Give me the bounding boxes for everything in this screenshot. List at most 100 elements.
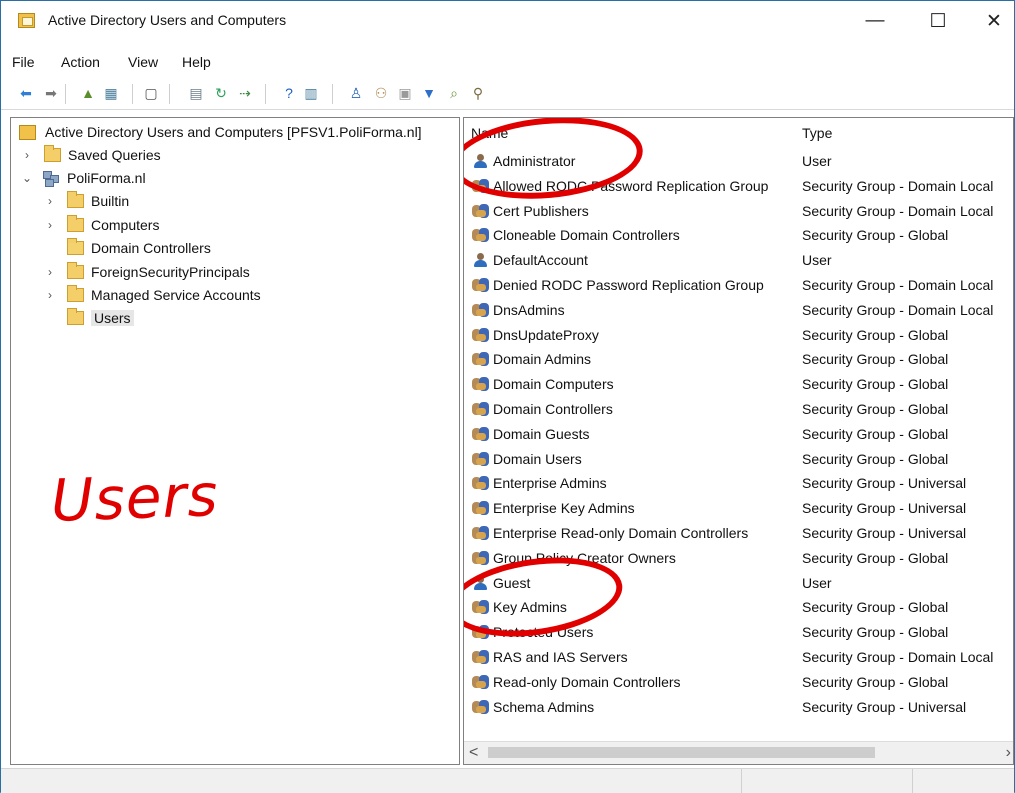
table-row[interactable]: Domain Computers Security Group - Global	[464, 372, 1013, 396]
tree-item-computers[interactable]: › Computers	[43, 214, 159, 236]
filter-icon[interactable]: ▼	[419, 82, 439, 104]
view-icon[interactable]: ▥	[301, 82, 321, 104]
properties-icon[interactable]: ▢	[141, 82, 161, 104]
table-row[interactable]: Cert Publishers Security Group - Domain …	[464, 199, 1013, 223]
row-name-cell: Read-only Domain Controllers	[472, 674, 681, 690]
table-row[interactable]: Cloneable Domain Controllers Security Gr…	[464, 223, 1013, 247]
ou-folder-icon	[67, 238, 84, 255]
row-name-cell: Schema Admins	[472, 699, 594, 715]
table-row[interactable]: Protected Users Security Group - Global	[464, 620, 1013, 644]
table-row[interactable]: Domain Users Security Group - Global	[464, 447, 1013, 471]
menu-action[interactable]: Action	[61, 54, 100, 70]
tree-item-domain-controllers[interactable]: Domain Controllers	[43, 237, 211, 259]
table-row[interactable]: Denied RODC Password Replication Group S…	[464, 273, 1013, 297]
column-type[interactable]: Type	[802, 125, 832, 141]
group-icon	[472, 525, 490, 541]
chevron-right-icon[interactable]: ›	[43, 288, 57, 302]
row-type: Security Group - Domain Local	[802, 649, 994, 665]
tree-item-managed-service-accounts[interactable]: › Managed Service Accounts	[43, 284, 261, 306]
scroll-right-button[interactable]: ›	[1006, 744, 1011, 762]
export-icon[interactable]: ⇢	[235, 82, 255, 104]
group-icon	[472, 203, 490, 219]
row-type: Security Group - Universal	[802, 698, 967, 715]
horizontal-scrollbar[interactable]: < ›	[464, 741, 1013, 764]
table-row[interactable]: Schema Admins Security Group - Universal	[464, 695, 1013, 719]
tree-item-domain[interactable]: ⌄ PoliForma.nl	[20, 167, 146, 189]
new-ou-icon[interactable]: ▣	[395, 82, 415, 104]
group-icon	[472, 699, 490, 715]
row-name-cell: Protected Users	[472, 624, 593, 640]
close-button[interactable]: ✕	[965, 1, 1015, 41]
table-row[interactable]: RAS and IAS Servers Security Group - Dom…	[464, 645, 1013, 669]
toolbar: ⬅ ➡ ▲ ▦ ▢ ▤ ↻ ⇢ ? ▥ ♙ ⚇ ▣ ▼ ⌕ ⚲	[1, 79, 1014, 110]
new-group-icon[interactable]: ⚇	[371, 82, 391, 104]
refresh-icon[interactable]: ↻	[211, 82, 231, 104]
row-type: Security Group - Domain Local	[802, 301, 994, 318]
scroll-thumb[interactable]	[488, 747, 875, 758]
status-divider	[912, 769, 913, 793]
table-row[interactable]: Group Policy Creator Owners Security Gro…	[464, 546, 1013, 570]
row-type: User	[802, 153, 832, 169]
maximize-button[interactable]: ☐	[909, 1, 967, 41]
row-name: DefaultAccount	[493, 252, 588, 269]
scroll-left-button[interactable]: <	[469, 744, 478, 762]
forward-icon[interactable]: ➡	[41, 82, 61, 104]
table-row[interactable]: Key Admins Security Group - Global	[464, 595, 1013, 619]
menu-view[interactable]: View	[128, 54, 158, 70]
chevron-right-icon[interactable]: ›	[43, 194, 57, 208]
table-row[interactable]: Domain Controllers Security Group - Glob…	[464, 397, 1013, 421]
row-name-cell: Enterprise Key Admins	[472, 500, 635, 516]
table-row[interactable]: DnsAdmins Security Group - Domain Local	[464, 298, 1013, 322]
tree-item-users[interactable]: Users	[43, 307, 134, 329]
table-row[interactable]: Domain Guests Security Group - Global	[464, 422, 1013, 446]
table-row[interactable]: Domain Admins Security Group - Global	[464, 347, 1013, 371]
row-name: Schema Admins	[493, 698, 595, 715]
tree-root[interactable]: Active Directory Users and Computers [PF…	[19, 121, 422, 143]
menu-bar: File Action View Help	[1, 49, 1014, 73]
row-name-cell: Enterprise Admins	[472, 475, 607, 491]
up-folder-icon[interactable]: ▲	[78, 82, 98, 104]
table-row[interactable]: Enterprise Read-only Domain Controllers …	[464, 521, 1013, 545]
chevron-down-icon[interactable]: ⌄	[20, 171, 34, 185]
menu-file[interactable]: File	[12, 54, 35, 70]
row-type: Security Group - Universal	[802, 525, 967, 541]
chevron-right-icon[interactable]: ›	[20, 148, 34, 162]
table-row[interactable]: Guest User	[464, 571, 1013, 595]
table-row[interactable]: Enterprise Admins Security Group - Unive…	[464, 471, 1013, 495]
help-icon[interactable]: ?	[279, 82, 299, 104]
find-icon[interactable]: ⌕	[444, 82, 464, 104]
handwritten-annotation: Users	[49, 461, 220, 535]
table-row[interactable]: Administrator User	[464, 149, 1013, 173]
chevron-right-icon[interactable]: ›	[43, 218, 57, 232]
row-name: Key Admins	[493, 599, 567, 616]
menu-help[interactable]: Help	[182, 54, 211, 70]
row-type: Security Group - Domain Local	[802, 177, 994, 194]
table-row[interactable]: Allowed RODC Password Replication Group …	[464, 174, 1013, 198]
tree-item-saved-queries[interactable]: › Saved Queries	[20, 144, 161, 166]
row-name: Denied RODC Password Replication Group	[493, 277, 764, 293]
title-bar: Active Directory Users and Computers — ☐…	[1, 1, 1014, 41]
row-type: Security Group - Global	[802, 401, 949, 417]
table-row[interactable]: DnsUpdateProxy Security Group - Global	[464, 323, 1013, 347]
column-name[interactable]: Name	[471, 125, 508, 141]
console-tree-icon[interactable]: ▦	[101, 82, 121, 104]
minimize-button[interactable]: —	[846, 1, 904, 41]
new-user-icon[interactable]: ♙	[346, 82, 366, 104]
table-row[interactable]: DefaultAccount User	[464, 248, 1013, 272]
row-name-cell: Cloneable Domain Controllers	[472, 227, 680, 243]
row-name-cell: Domain Guests	[472, 426, 589, 442]
delegate-icon[interactable]: ⚲	[468, 82, 488, 104]
folder-icon	[67, 308, 84, 325]
tree-item-builtin[interactable]: › Builtin	[43, 190, 129, 212]
group-icon	[472, 550, 490, 566]
back-icon[interactable]: ⬅	[16, 82, 36, 104]
table-row[interactable]: Enterprise Key Admins Security Group - U…	[464, 496, 1013, 520]
user-icon	[472, 575, 490, 591]
export-list-icon[interactable]: ▤	[186, 82, 206, 104]
table-row[interactable]: Read-only Domain Controllers Security Gr…	[464, 670, 1013, 694]
group-icon	[472, 674, 490, 690]
row-type: Security Group - Global	[802, 351, 949, 368]
toolbar-separator	[169, 84, 170, 104]
tree-item-foreign-security-principals[interactable]: › ForeignSecurityPrincipals	[43, 261, 250, 283]
chevron-right-icon[interactable]: ›	[43, 265, 57, 279]
